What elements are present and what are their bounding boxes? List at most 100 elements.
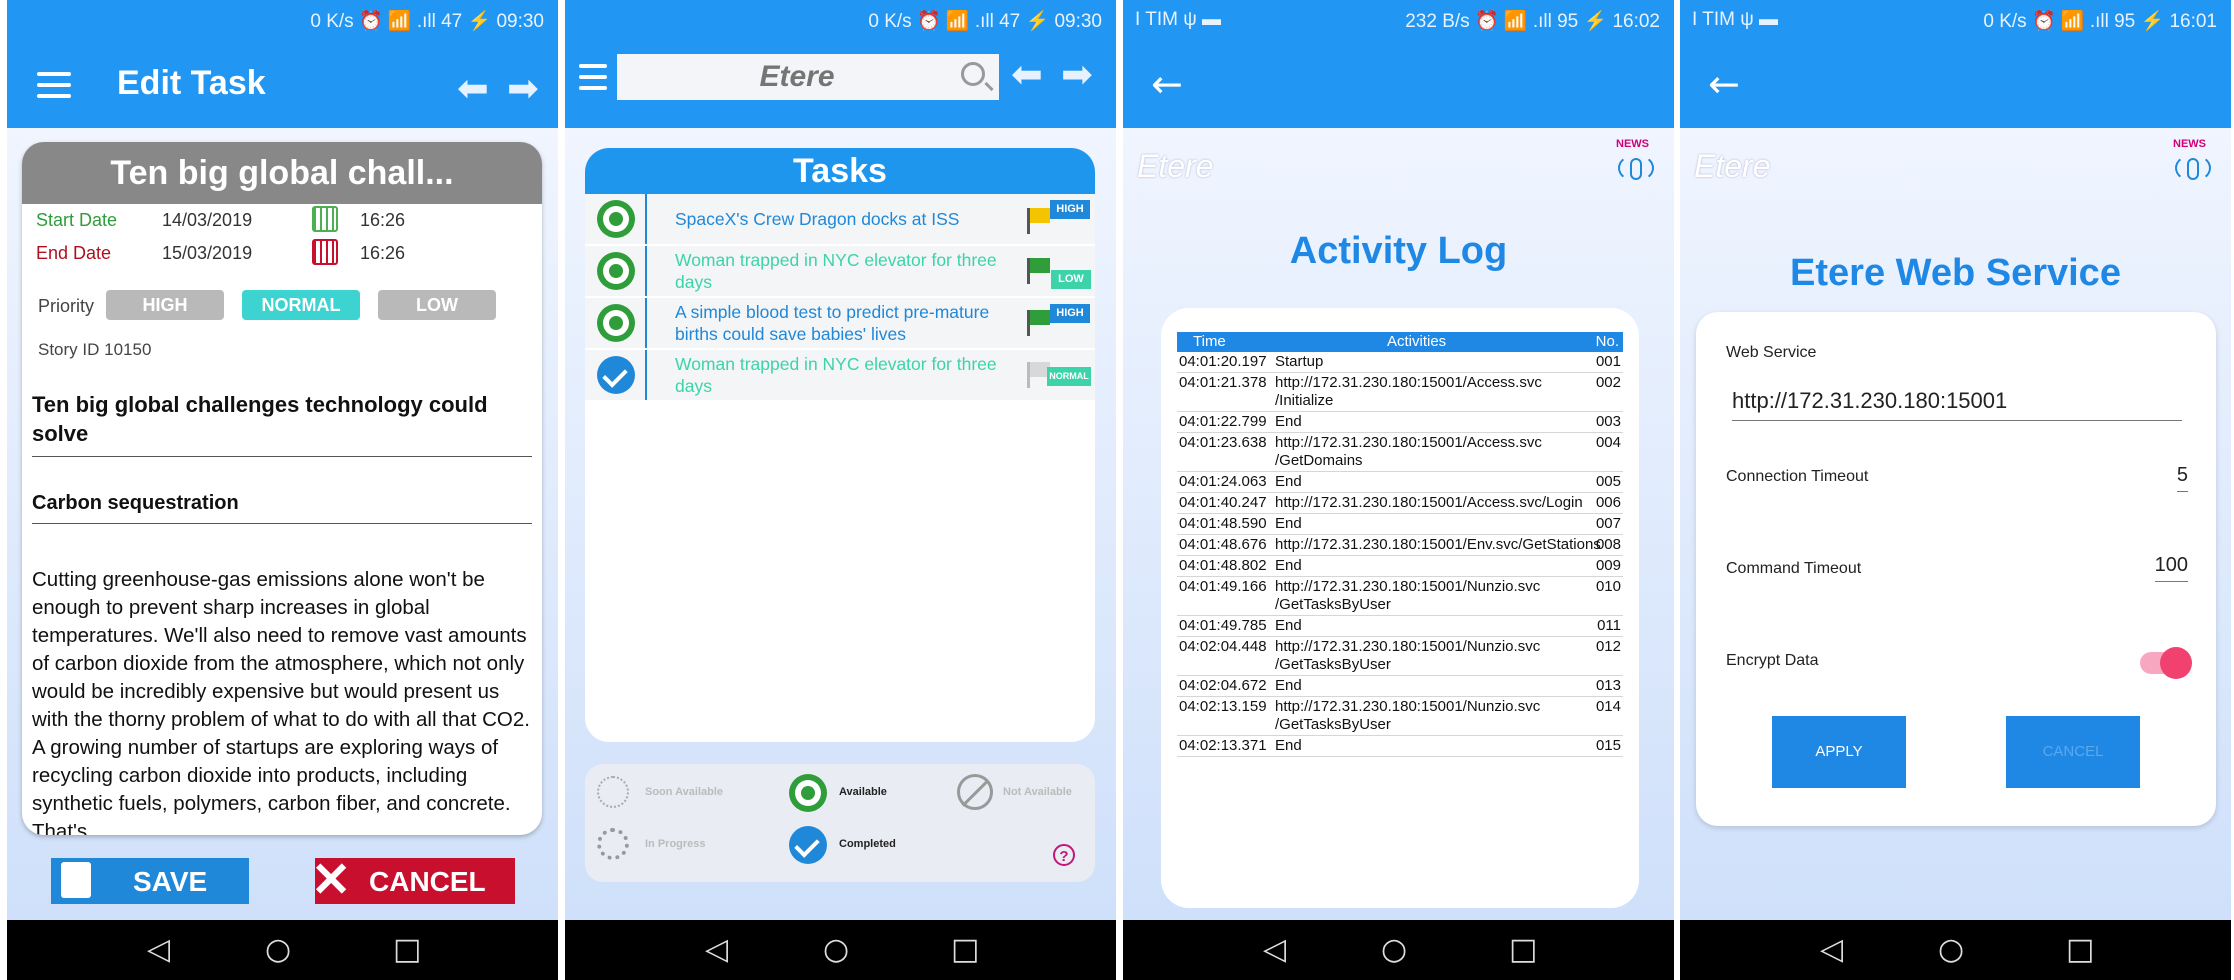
command-timeout-input[interactable]: 100 — [2154, 554, 2188, 582]
log-time: 04:01:21.378 — [1179, 374, 1267, 391]
task-row[interactable]: SpaceX's Crew Dragon docks at ISS HIGH — [585, 194, 1095, 244]
table-row: 04:01:49.166 http://172.31.230.180:15001/… — [1177, 577, 1623, 616]
menu-icon[interactable] — [37, 72, 71, 105]
home-nav-icon[interactable]: ○ — [1381, 932, 1407, 967]
status-legend: Soon Available Available Not Available I… — [585, 764, 1095, 882]
search-input[interactable] — [647, 54, 947, 100]
completed-status-icon — [789, 826, 827, 864]
recent-apps-nav-icon[interactable]: □ — [393, 932, 421, 967]
article-body-field[interactable]: Cutting greenhouse-gas emissions alone w… — [32, 566, 534, 835]
floppy-disk-icon — [61, 862, 91, 898]
table-row: 04:01:49.785 End 011 — [1177, 616, 1623, 637]
log-activity: http://172.31.230.180:15001/Nunzio.svc /… — [1275, 638, 1541, 673]
available-status-icon — [597, 200, 635, 238]
table-row: 04:02:04.672 End 013 — [1177, 676, 1623, 697]
menu-icon[interactable] — [579, 64, 607, 97]
save-label: SAVE — [133, 866, 208, 897]
apply-button[interactable]: APPLY — [1772, 716, 1906, 788]
log-activity: End — [1275, 473, 1302, 490]
table-row: 04:01:40.247 http://172.31.230.180:15001/… — [1177, 493, 1623, 514]
search-icon[interactable] — [961, 62, 985, 86]
back-arrow-icon[interactable]: ← — [1151, 62, 1183, 106]
next-arrow-icon[interactable]: ➡ — [1061, 52, 1093, 96]
start-date-value[interactable]: 14/03/2019 — [162, 210, 252, 231]
log-activity: http://172.31.230.180:15001/Env.svc/GetS… — [1275, 536, 1601, 553]
task-title: Woman trapped in NYC elevator for three … — [675, 354, 997, 396]
article-subtitle-field[interactable]: Carbon sequestration — [32, 492, 532, 524]
task-row[interactable]: Woman trapped in NYC elevator for three … — [585, 246, 1095, 296]
save-button[interactable]: SAVE — [51, 858, 249, 904]
system-nav-bar: ◁ ○ □ — [1680, 920, 2231, 980]
col-activities-header: Activities — [1387, 333, 1447, 350]
log-number: 009 — [1595, 557, 1621, 574]
task-title: Woman trapped in NYC elevator for three … — [675, 250, 997, 292]
status-bar: 0 K/s ⏰ 📶 .ıll 47 ⚡ 09:30 — [7, 0, 558, 40]
encrypt-data-toggle[interactable] — [2140, 647, 2192, 679]
home-nav-icon[interactable]: ○ — [265, 932, 291, 967]
previous-arrow-icon[interactable]: ⬅ — [1011, 52, 1043, 96]
log-time: 04:01:48.590 — [1179, 515, 1267, 532]
recent-apps-nav-icon[interactable]: □ — [951, 932, 979, 967]
cancel-button[interactable]: CANCEL — [2006, 716, 2140, 788]
priority-normal-button[interactable]: NORMAL — [242, 290, 360, 320]
search-box[interactable] — [617, 54, 999, 100]
back-arrow-icon[interactable]: ← — [1708, 62, 1740, 106]
start-time-value[interactable]: 16:26 — [360, 210, 405, 231]
task-title: A simple blood test to predict pre-matur… — [675, 302, 990, 344]
available-status-icon — [597, 304, 635, 342]
back-nav-icon[interactable]: ◁ — [1263, 932, 1286, 967]
etere-logo: Etere — [1694, 148, 1771, 184]
legend-not-available: Not Available — [1003, 786, 1072, 798]
end-date-value[interactable]: 15/03/2019 — [162, 243, 252, 264]
system-nav-bar: ◁ ○ □ — [7, 920, 558, 980]
priority-high-button[interactable]: HIGH — [106, 290, 224, 320]
table-row: 04:02:13.159 http://172.31.230.180:15001/… — [1177, 697, 1623, 736]
priority-low-button[interactable]: LOW — [378, 290, 496, 320]
log-number: 015 — [1595, 737, 1621, 754]
legend-in-progress: In Progress — [645, 838, 706, 850]
log-activity: http://172.31.230.180:15001/Access.svc /… — [1275, 434, 1542, 469]
back-nav-icon[interactable]: ◁ — [705, 932, 728, 967]
news-icon[interactable]: NEWS — [1614, 138, 1662, 194]
log-time: 04:01:40.247 — [1179, 494, 1267, 511]
next-arrow-icon[interactable]: ➡ — [507, 66, 539, 110]
back-nav-icon[interactable]: ◁ — [147, 932, 170, 967]
task-row[interactable]: Woman trapped in NYC elevator for three … — [585, 350, 1095, 400]
log-number: 012 — [1595, 638, 1621, 655]
web-service-url-input[interactable]: http://172.31.230.180:15001 — [1732, 388, 2182, 421]
calendar-icon[interactable] — [312, 206, 338, 232]
app-bar: ← — [1680, 40, 2231, 128]
connection-timeout-input[interactable]: 5 — [2176, 464, 2188, 492]
news-label: NEWS — [2173, 138, 2206, 150]
log-number: 006 — [1595, 494, 1621, 511]
log-number: 004 — [1595, 434, 1621, 451]
recent-apps-nav-icon[interactable]: □ — [1509, 932, 1537, 967]
status-bar: 0 K/s ⏰ 📶 .ıll 47 ⚡ 09:30 — [565, 0, 1116, 40]
status-bar: I TIM ψ ▬ 232 B/s ⏰ 📶 .ıll 95 ⚡ 16:02 — [1123, 0, 1674, 40]
log-time: 04:01:48.676 — [1179, 536, 1267, 553]
table-row: 04:01:48.802 End 009 — [1177, 556, 1623, 577]
news-label: NEWS — [1616, 138, 1649, 150]
back-nav-icon[interactable]: ◁ — [1820, 932, 1843, 967]
priority-badge: HIGH — [1050, 200, 1090, 219]
cancel-button[interactable]: ✕ CANCEL — [311, 854, 515, 907]
home-nav-icon[interactable]: ○ — [823, 932, 849, 967]
task-row[interactable]: A simple blood test to predict pre-matur… — [585, 298, 1095, 348]
recent-apps-nav-icon[interactable]: □ — [2066, 932, 2094, 967]
system-nav-bar: ◁ ○ □ — [1123, 920, 1674, 980]
table-row: 04:02:04.448 http://172.31.230.180:15001/… — [1177, 637, 1623, 676]
home-nav-icon[interactable]: ○ — [1938, 932, 1964, 967]
news-icon[interactable]: NEWS — [2171, 138, 2219, 194]
help-icon[interactable]: ? — [1053, 844, 1075, 866]
priority-badge: HIGH — [1050, 304, 1090, 323]
previous-arrow-icon[interactable]: ⬅ — [457, 66, 489, 110]
completed-status-icon — [597, 356, 635, 394]
table-header: Time Activities No. — [1177, 332, 1623, 352]
article-title-field[interactable]: Ten big global challenges technology cou… — [32, 390, 532, 457]
status-bar: I TIM ψ ▬ 0 K/s ⏰ 📶 .ıll 95 ⚡ 16:01 — [1680, 0, 2231, 40]
calendar-icon[interactable] — [312, 239, 338, 265]
end-time-value[interactable]: 16:26 — [360, 243, 405, 264]
log-number: 007 — [1595, 515, 1621, 532]
app-bar: ← — [1123, 40, 1674, 128]
app-bar: ⬅ ➡ — [565, 40, 1116, 128]
